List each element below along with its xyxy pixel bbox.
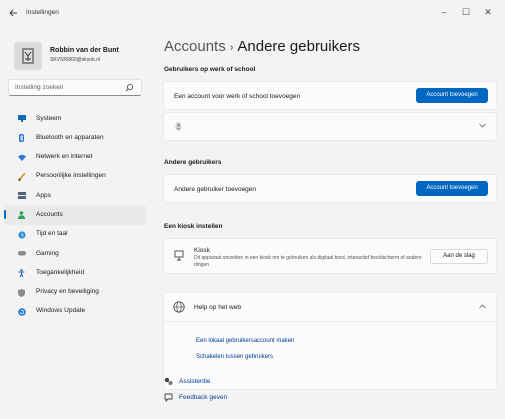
assist-icon [164, 377, 173, 386]
sidebar-item-label: Bluetooth en apparaten [36, 133, 104, 141]
bluetooth-icon [18, 134, 25, 143]
profile-email: SKVSRI800@skvob.nl [50, 57, 101, 63]
sidebar-item-windows-update[interactable]: Windows Update [0, 302, 150, 321]
sidebar-item-label: Tijd en taal [36, 230, 68, 238]
apps-icon [18, 192, 26, 200]
help-link-local-account[interactable]: Een lokaal gebruikersaccount maken [196, 338, 294, 344]
work-school-card: Een account voor werk of school toevoege… [163, 81, 497, 110]
help-title[interactable]: Help op het web [194, 304, 241, 311]
sidebar-item-gaming[interactable]: Gaming [0, 244, 150, 263]
help-link-switch-users[interactable]: Schakelen tussen gebruikers [196, 354, 273, 360]
other-users-heading: Andere gebruikers [164, 159, 222, 166]
search-icon[interactable] [125, 83, 134, 94]
add-work-account-button[interactable]: Account toevoegen [416, 88, 488, 103]
sidebar-item-persoonlijk[interactable]: Persoonlijke instellingen [0, 167, 150, 186]
avatar-icon [22, 48, 34, 64]
person-icon [18, 211, 25, 220]
sidebar-item-label: Gaming [36, 249, 59, 257]
add-work-account-text: Een account voor werk of school toevoege… [174, 93, 301, 100]
sidebar-item-systeem[interactable]: Systeem [0, 109, 150, 128]
sidebar-item-toegankelijkheid[interactable]: Toegankelijkheid [0, 263, 150, 282]
sidebar-item-label: Accounts [36, 210, 63, 218]
breadcrumb-current: Andere gebruikers [237, 38, 360, 55]
maximize-button[interactable]: ☐ [455, 4, 477, 20]
kiosk-get-started-button[interactable]: Aan de slag [430, 249, 488, 264]
sidebar-item-bluetooth[interactable]: Bluetooth en apparaten [0, 128, 150, 147]
kiosk-description: Dit apparaat omzetten in een kiosk om te… [194, 255, 422, 268]
window-controls: – ☐ ✕ [433, 4, 499, 20]
sidebar-item-label: Windows Update [36, 307, 86, 315]
globe-clock-icon [18, 231, 26, 239]
add-other-user-button[interactable]: Account toevoegen [416, 181, 488, 196]
divider [164, 321, 496, 322]
chevron-down-icon[interactable] [479, 123, 486, 130]
other-users-card: Andere gebruiker toevoegen Account toevo… [163, 174, 497, 203]
chevron-up-icon[interactable] [479, 304, 486, 311]
accessibility-icon [18, 269, 25, 278]
globe-help-icon [173, 301, 185, 315]
work-school-heading: Gebruikers op werk of school [164, 66, 256, 73]
avatar [14, 42, 42, 70]
work-account-entry[interactable] [163, 112, 497, 141]
brush-icon [18, 172, 26, 181]
monitor-icon [18, 115, 26, 122]
sidebar-item-label: Toegankelijkheid [36, 268, 85, 276]
page-title: Accounts › Andere gebruikers [164, 38, 360, 55]
shield-icon [18, 288, 25, 297]
sidebar-nav: Systeem Bluetooth en apparaten Netwerk e… [0, 109, 150, 321]
user-icon [174, 121, 183, 134]
gamepad-icon [18, 250, 26, 257]
sidebar-item-label: Privacy en beveiliging [36, 288, 99, 296]
profile-name: Robbin van der Bunt [50, 47, 119, 54]
close-button[interactable]: ✕ [477, 4, 499, 20]
wifi-icon [18, 154, 26, 161]
update-icon [18, 308, 26, 316]
sidebar-item-privacy[interactable]: Privacy en beveiliging [0, 283, 150, 302]
main-content: Accounts › Andere gebruikers Gebruikers op… [163, 26, 498, 419]
sidebar-item-label: Systeem [36, 114, 62, 122]
kiosk-icon [174, 250, 184, 263]
sidebar-item-label: Persoonlijke instellingen [36, 172, 106, 180]
back-arrow-icon[interactable] [8, 8, 20, 18]
add-other-user-text: Andere gebruiker toevoegen [174, 186, 257, 193]
sidebar: Robbin van der Bunt SKVSRI800@skvob.nl I… [0, 26, 150, 419]
kiosk-title: Kiosk [194, 247, 210, 254]
sidebar-item-netwerk[interactable]: Netwerk en internet [0, 148, 150, 167]
sidebar-item-label: Netwerk en internet [36, 153, 93, 161]
assist-link[interactable]: Assistentie [179, 378, 210, 385]
help-card: Help op het web Een lokaal gebruikersacc… [163, 292, 497, 390]
breadcrumb-parent[interactable]: Accounts [164, 38, 226, 55]
sidebar-item-tijd[interactable]: Tijd en taal [0, 225, 150, 244]
app-title: Instellingen [26, 9, 59, 16]
title-bar: Instellingen – ☐ ✕ [0, 0, 505, 26]
sidebar-item-accounts[interactable]: Accounts [4, 205, 146, 225]
search-placeholder: Instelling zoeken [15, 84, 64, 91]
active-indicator [4, 210, 6, 220]
breadcrumb-separator: › [229, 42, 234, 54]
user-profile[interactable]: Robbin van der Bunt SKVSRI800@skvob.nl [14, 42, 144, 72]
feedback-link[interactable]: Feedback geven [179, 394, 227, 401]
search-input[interactable]: Instelling zoeken [8, 79, 142, 96]
sidebar-item-apps[interactable]: Apps [0, 186, 150, 205]
kiosk-heading: Een kiosk instellen [164, 223, 223, 230]
sidebar-item-label: Apps [36, 191, 51, 199]
feedback-icon [164, 393, 173, 403]
kiosk-card: Kiosk Dit apparaat omzetten in een kiosk… [163, 238, 497, 274]
minimize-button[interactable]: – [433, 4, 455, 20]
